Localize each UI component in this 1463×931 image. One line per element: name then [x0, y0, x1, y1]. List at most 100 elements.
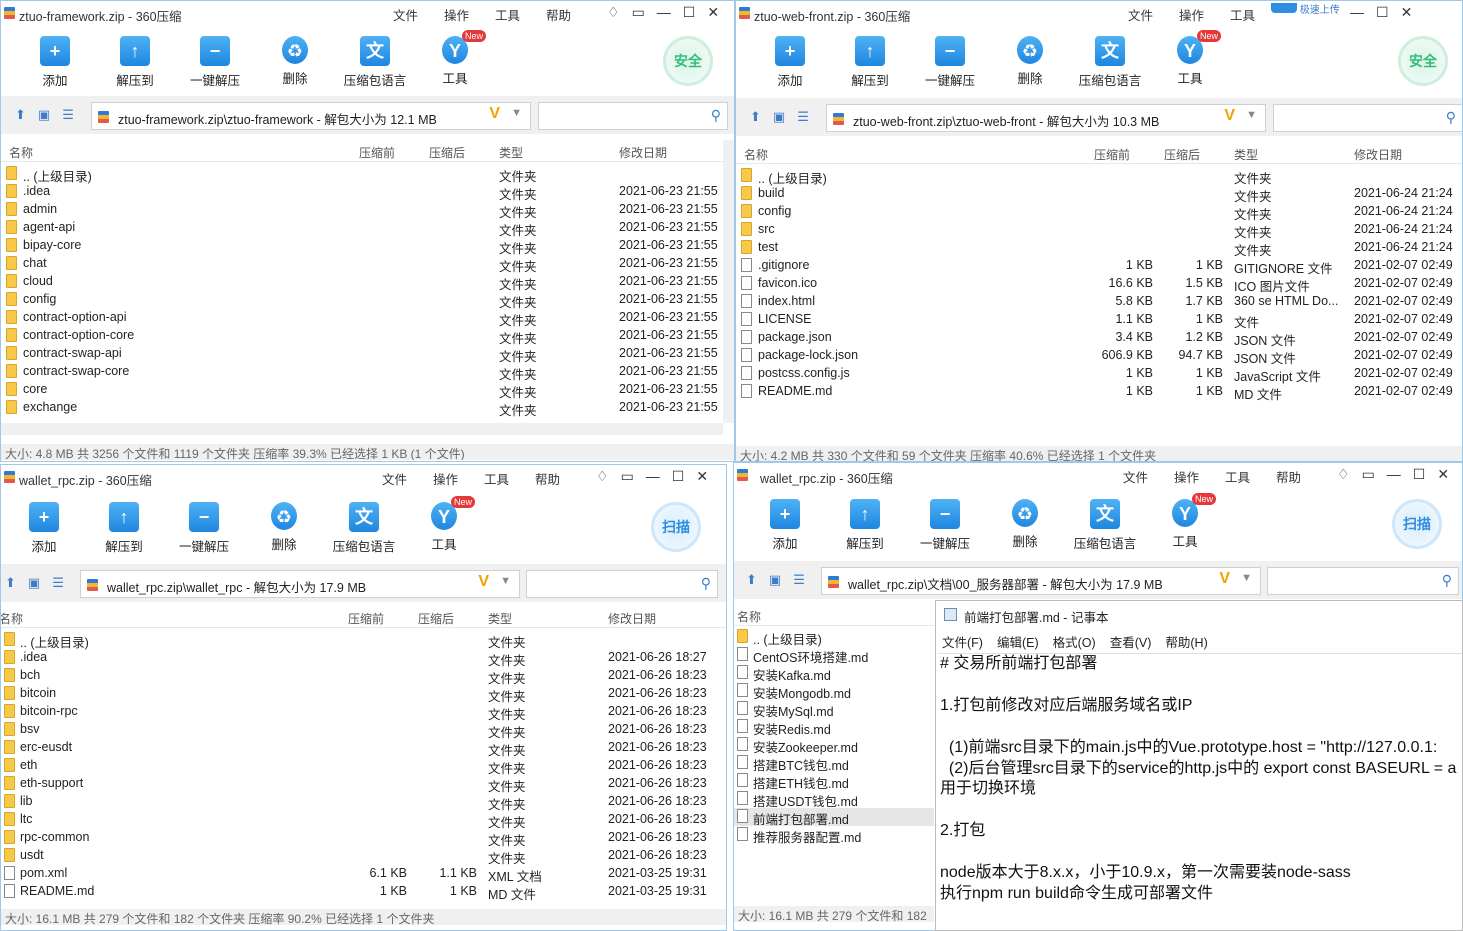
close-icon[interactable]: ✕ [1437, 466, 1449, 483]
maximize-icon[interactable]: ☐ [672, 468, 685, 485]
archive-language-button[interactable]: 文压缩包语言 [1070, 30, 1150, 89]
skin-icon[interactable]: ♢ [1337, 466, 1350, 483]
table-row[interactable]: config 文件夹 2021-06-23 21:55 [1, 291, 723, 310]
extract-to-button[interactable]: ↑ 解压到 [95, 30, 175, 89]
menu-operate[interactable]: 操作 [1179, 5, 1204, 24]
delete-button[interactable]: ♻ 删除 [990, 30, 1070, 87]
up-icon[interactable]: ⬆ [750, 109, 761, 125]
chevron-down-icon[interactable]: ▼ [1241, 572, 1252, 584]
search-icon[interactable]: ⚲ [711, 107, 721, 124]
table-row[interactable]: 安装Redis.md [734, 718, 934, 737]
col-after[interactable]: 压缩后 [1164, 146, 1200, 163]
menu-file[interactable]: 文件 [382, 469, 407, 488]
table-row[interactable]: 搭建BTC钱包.md [734, 754, 934, 773]
view-icon[interactable]: ▣ [773, 109, 785, 125]
address-field[interactable]: ztuo-web-front.zip\ztuo-web-front - 解包大小… [826, 104, 1266, 132]
tools-button[interactable]: Y New 工具 [1150, 30, 1230, 87]
add-button[interactable]: + 添加 [750, 30, 830, 89]
table-row[interactable]: 安装MySql.md [734, 700, 934, 719]
table-row[interactable]: test 文件夹 2021-06-24 21:24 [736, 239, 1462, 258]
notepad-text-area[interactable]: # 交易所前端打包部署 1.打包前修改对应后端服务域名或IP (1)前端src目… [938, 653, 1462, 930]
notepad-menu-edit[interactable]: 编辑(E) [997, 632, 1039, 651]
one-click-extract-button[interactable]: − 一键解压 [175, 30, 255, 89]
table-row[interactable]: 安装Zookeeper.md [734, 736, 934, 755]
menu-help[interactable]: 帮助 [546, 5, 571, 24]
chevron-down-icon[interactable]: ▼ [1246, 109, 1257, 121]
table-row[interactable]: exchange 文件夹 2021-06-23 21:55 [1, 399, 723, 418]
table-row[interactable]: 前端打包部署.md [734, 808, 934, 827]
table-row[interactable]: pom.xml 6.1 KB 1.1 KB XML 文档 2021-03-25 19:3… [1, 865, 726, 884]
table-row[interactable]: bsv 文件夹 2021-06-26 18:23 [1, 721, 726, 740]
table-row[interactable]: .idea 文件夹 2021-06-23 21:55 [1, 183, 723, 202]
feedback-icon[interactable]: ▭ [1362, 466, 1375, 483]
menu-help[interactable]: 帮助 [535, 469, 560, 488]
view-icon[interactable]: ▣ [28, 575, 40, 591]
maximize-icon[interactable]: ☐ [1413, 466, 1426, 483]
table-row[interactable]: lib 文件夹 2021-06-26 18:23 [1, 793, 726, 812]
search-icon[interactable]: ⚲ [1446, 109, 1456, 126]
table-row[interactable]: contract-swap-core 文件夹 2021-06-23 21:55 [1, 363, 723, 382]
table-row[interactable]: README.md 1 KB 1 KB MD 文件 2021-02-07 02:49 [736, 383, 1462, 402]
scan-badge[interactable]: 扫描 [1392, 499, 1442, 549]
table-row[interactable]: eth 文件夹 2021-06-26 18:23 [1, 757, 726, 776]
table-row[interactable]: .. (上级目录) 文件夹 [1, 631, 726, 650]
col-type[interactable]: 类型 [499, 144, 523, 161]
table-row[interactable]: contract-option-core 文件夹 2021-06-23 21:55 [1, 327, 723, 346]
col-type[interactable]: 类型 [488, 610, 512, 627]
view-icon[interactable]: ▣ [769, 572, 781, 588]
extract-to-button[interactable]: ↑ 解压到 [84, 496, 164, 555]
table-row[interactable]: postcss.config.js 1 KB 1 KB JavaScript 文件 20… [736, 365, 1462, 384]
col-date[interactable]: 修改日期 [1354, 146, 1402, 163]
minimize-icon[interactable]: — [657, 4, 671, 21]
menu-file[interactable]: 文件 [1128, 5, 1153, 24]
one-click-extract-button[interactable]: − 一键解压 [164, 496, 244, 555]
col-after[interactable]: 压缩后 [429, 144, 465, 161]
one-click-extract-button[interactable]: − 一键解压 [910, 30, 990, 89]
up-icon[interactable]: ⬆ [5, 575, 16, 591]
delete-button[interactable]: ♻ 删除 [985, 493, 1065, 550]
feedback-icon[interactable]: ▭ [632, 4, 645, 21]
add-button[interactable]: + 添加 [4, 496, 84, 555]
col-name[interactable]: 名称 [1, 610, 23, 627]
search-input[interactable]: ⚲ [1267, 567, 1459, 595]
safe-badge[interactable]: 安全 [1398, 36, 1448, 86]
table-row[interactable]: bipay-core 文件夹 2021-06-23 21:55 [1, 237, 723, 256]
skin-icon[interactable]: ♢ [607, 4, 620, 21]
col-name[interactable]: 名称 [9, 144, 33, 161]
tools-button[interactable]: Y New 工具 [415, 30, 495, 87]
chevron-down-icon[interactable]: ▼ [511, 107, 522, 119]
table-row[interactable]: ltc 文件夹 2021-06-26 18:23 [1, 811, 726, 830]
col-before[interactable]: 压缩前 [1094, 146, 1130, 163]
table-row[interactable]: rpc-common 文件夹 2021-06-26 18:23 [1, 829, 726, 848]
one-click-extract-button[interactable]: − 一键解压 [905, 493, 985, 552]
archive-language-button[interactable]: 文压缩包语言 [1065, 493, 1145, 552]
table-row[interactable]: config 文件夹 2021-06-24 21:24 [736, 203, 1462, 222]
menu-tools[interactable]: 工具 [495, 5, 520, 24]
table-row[interactable]: CentOS环境搭建.md [734, 646, 934, 665]
list-icon[interactable]: ☰ [62, 107, 74, 123]
delete-button[interactable]: ♻ 删除 [244, 496, 324, 553]
address-field[interactable]: ztuo-framework.zip\ztuo-framework - 解包大小… [91, 102, 531, 130]
col-before[interactable]: 压缩前 [348, 610, 384, 627]
chevron-down-icon[interactable]: ▼ [500, 575, 511, 587]
horizontal-scrollbar[interactable] [1, 423, 723, 435]
list-icon[interactable]: ☰ [797, 109, 809, 125]
table-row[interactable]: cloud 文件夹 2021-06-23 21:55 [1, 273, 723, 292]
col-type[interactable]: 类型 [1234, 146, 1258, 163]
menu-file[interactable]: 文件 [1123, 467, 1148, 486]
safe-badge[interactable]: 安全 [663, 36, 713, 86]
maximize-icon[interactable]: ☐ [683, 4, 696, 21]
notepad-menu-file[interactable]: 文件(F) [942, 632, 983, 651]
skin-icon[interactable]: ♢ [596, 468, 609, 485]
table-row[interactable]: contract-option-api 文件夹 2021-06-23 21:55 [1, 309, 723, 328]
table-row[interactable]: package.json 3.4 KB 1.2 KB JSON 文件 2021-02-0… [736, 329, 1462, 348]
table-row[interactable]: erc-eusdt 文件夹 2021-06-26 18:23 [1, 739, 726, 758]
table-row[interactable]: eth-support 文件夹 2021-06-26 18:23 [1, 775, 726, 794]
col-after[interactable]: 压缩后 [418, 610, 454, 627]
menu-operate[interactable]: 操作 [433, 469, 458, 488]
tools-button[interactable]: Y New 工具 [1145, 493, 1225, 550]
up-icon[interactable]: ⬆ [15, 107, 26, 123]
col-date[interactable]: 修改日期 [619, 144, 667, 161]
table-row[interactable]: package-lock.json 606.9 KB 94.7 KB JSON 文件 2… [736, 347, 1462, 366]
extract-to-button[interactable]: ↑ 解压到 [825, 493, 905, 552]
